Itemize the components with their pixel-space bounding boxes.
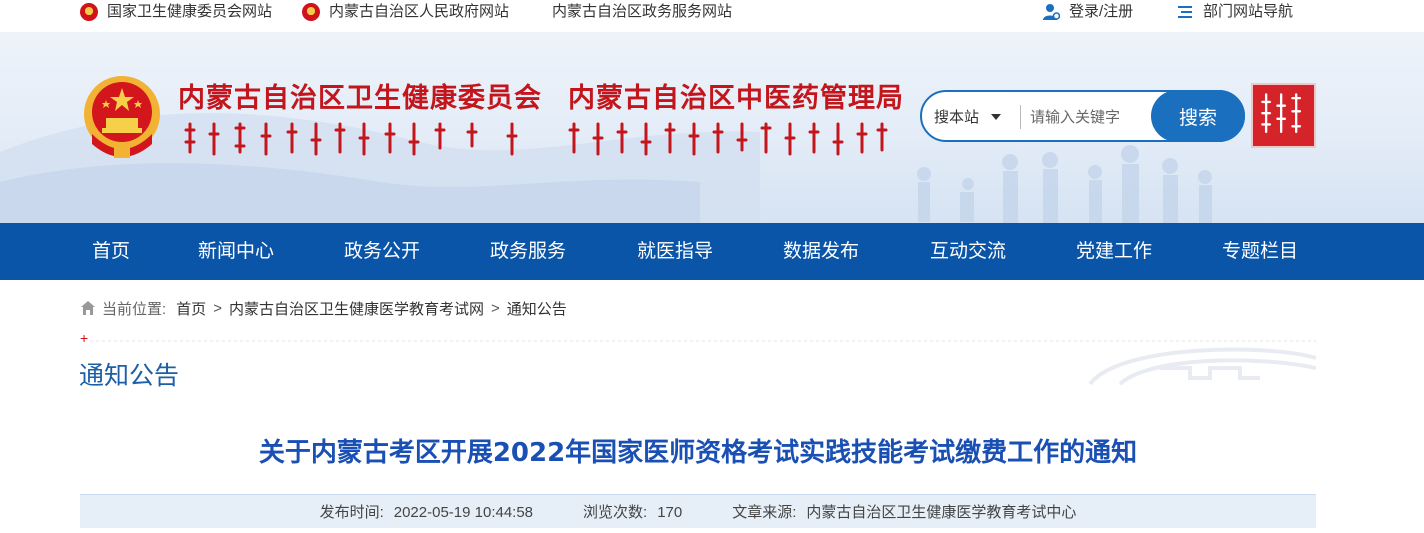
link-gov-service-label: 内蒙古自治区政务服务网站 bbox=[552, 3, 733, 20]
meta-publish-value: 2022-05-19 10:44:58 bbox=[393, 504, 534, 521]
national-emblem-icon bbox=[302, 3, 320, 21]
search-input[interactable] bbox=[1030, 104, 1150, 130]
user-icon bbox=[1043, 4, 1060, 20]
link-nmg-gov-label: 内蒙古自治区人民政府网站 bbox=[329, 3, 510, 20]
header-banner: 内蒙古自治区卫生健康委员会 内蒙古自治区中医药管理局 搜本站 请输入关键字 搜索 bbox=[0, 32, 1424, 223]
seal-logo bbox=[1251, 83, 1316, 148]
breadcrumb-exam-site[interactable]: 内蒙古自治区卫生健康医学教育考试网 bbox=[229, 298, 484, 319]
nav-item-medical-guide[interactable]: 就医指导 bbox=[637, 223, 713, 280]
link-nhc[interactable]: 国家卫生健康委员会网站 bbox=[80, 2, 272, 22]
login-register-label: 登录/注册 bbox=[1069, 3, 1134, 20]
mongolian-script-title-right bbox=[568, 122, 888, 156]
breadcrumb: 当前位置: 首页 > 内蒙古自治区卫生健康医学教育考试网 > 通知公告 bbox=[80, 298, 567, 318]
nav-item-home[interactable]: 首页 bbox=[92, 223, 130, 280]
link-gov-service[interactable]: 内蒙古自治区政务服务网站 bbox=[552, 2, 732, 22]
meta-source-value: 内蒙古自治区卫生健康医学教育考试中心 bbox=[806, 504, 1077, 521]
national-emblem-logo bbox=[84, 76, 160, 158]
link-nmg-gov[interactable]: 内蒙古自治区人民政府网站 bbox=[302, 2, 509, 22]
meta-publish-label: 发布时间: bbox=[319, 504, 384, 521]
site-title-health-commission: 内蒙古自治区卫生健康委员会 bbox=[178, 83, 542, 114]
top-utility-bar: 国家卫生健康委员会网站 内蒙古自治区人民政府网站 内蒙古自治区政务服务网站 登录… bbox=[0, 0, 1424, 24]
meta-publish-time: 发布时间: 2022-05-19 10:44:58 bbox=[320, 501, 533, 522]
breadcrumb-notices[interactable]: 通知公告 bbox=[507, 298, 567, 319]
breadcrumb-label: 当前位置: bbox=[102, 300, 167, 318]
breadcrumb-separator: > bbox=[490, 299, 500, 317]
meta-views-label: 浏览次数: bbox=[583, 504, 648, 521]
nav-item-data-release[interactable]: 数据发布 bbox=[783, 223, 859, 280]
home-icon bbox=[81, 301, 95, 315]
login-register-link[interactable]: 登录/注册 bbox=[1042, 2, 1133, 22]
nav-item-special-topics[interactable]: 专题栏目 bbox=[1222, 223, 1298, 280]
search-button[interactable]: 搜索 bbox=[1151, 90, 1245, 142]
breadcrumb-home[interactable]: 首页 bbox=[176, 298, 206, 319]
nav-item-gov-affairs[interactable]: 政务公开 bbox=[344, 223, 420, 280]
article-meta: 发布时间: 2022-05-19 10:44:58 浏览次数: 170 文章来源: 内… bbox=[80, 494, 1316, 528]
dept-nav-label: 部门网站导航 bbox=[1203, 3, 1294, 20]
search-divider bbox=[1020, 105, 1021, 129]
site-search: 搜本站 搜索 bbox=[920, 90, 1245, 142]
meta-views: 浏览次数: 170 bbox=[583, 501, 682, 522]
nav-item-party-building[interactable]: 党建工作 bbox=[1076, 223, 1152, 280]
breadcrumb-separator: > bbox=[213, 299, 222, 317]
link-nhc-label: 国家卫生健康委员会网站 bbox=[107, 3, 273, 20]
national-emblem-icon bbox=[80, 3, 98, 21]
nav-item-news[interactable]: 新闻中心 bbox=[198, 223, 274, 280]
meta-source-label: 文章来源: bbox=[732, 504, 797, 521]
main-nav: 首页 新闻中心 政务公开 政务服务 就医指导 数据发布 互动交流 党建工作 专题… bbox=[0, 223, 1424, 280]
search-scope-label: 搜本站 bbox=[934, 109, 980, 126]
nav-item-interaction[interactable]: 互动交流 bbox=[930, 223, 1006, 280]
list-icon bbox=[1178, 6, 1192, 18]
meta-source: 文章来源: 内蒙古自治区卫生健康医学教育考试中心 bbox=[732, 501, 1076, 522]
mongolian-script-title-left bbox=[184, 122, 518, 156]
site-title-tcm-bureau: 内蒙古自治区中医药管理局 bbox=[568, 83, 904, 114]
meta-views-value: 170 bbox=[657, 504, 683, 521]
section-divider bbox=[90, 340, 1316, 386]
chevron-down-icon bbox=[991, 113, 1002, 120]
article-title: 关于内蒙古考区开展2022年国家医师资格考试实践技能考试缴费工作的通知 bbox=[258, 438, 1138, 468]
dept-nav-link[interactable]: 部门网站导航 bbox=[1176, 2, 1293, 22]
section-title: 通知公告 bbox=[79, 361, 180, 390]
nav-item-gov-service[interactable]: 政务服务 bbox=[490, 223, 566, 280]
search-scope-select[interactable]: 搜本站 bbox=[934, 106, 1002, 127]
